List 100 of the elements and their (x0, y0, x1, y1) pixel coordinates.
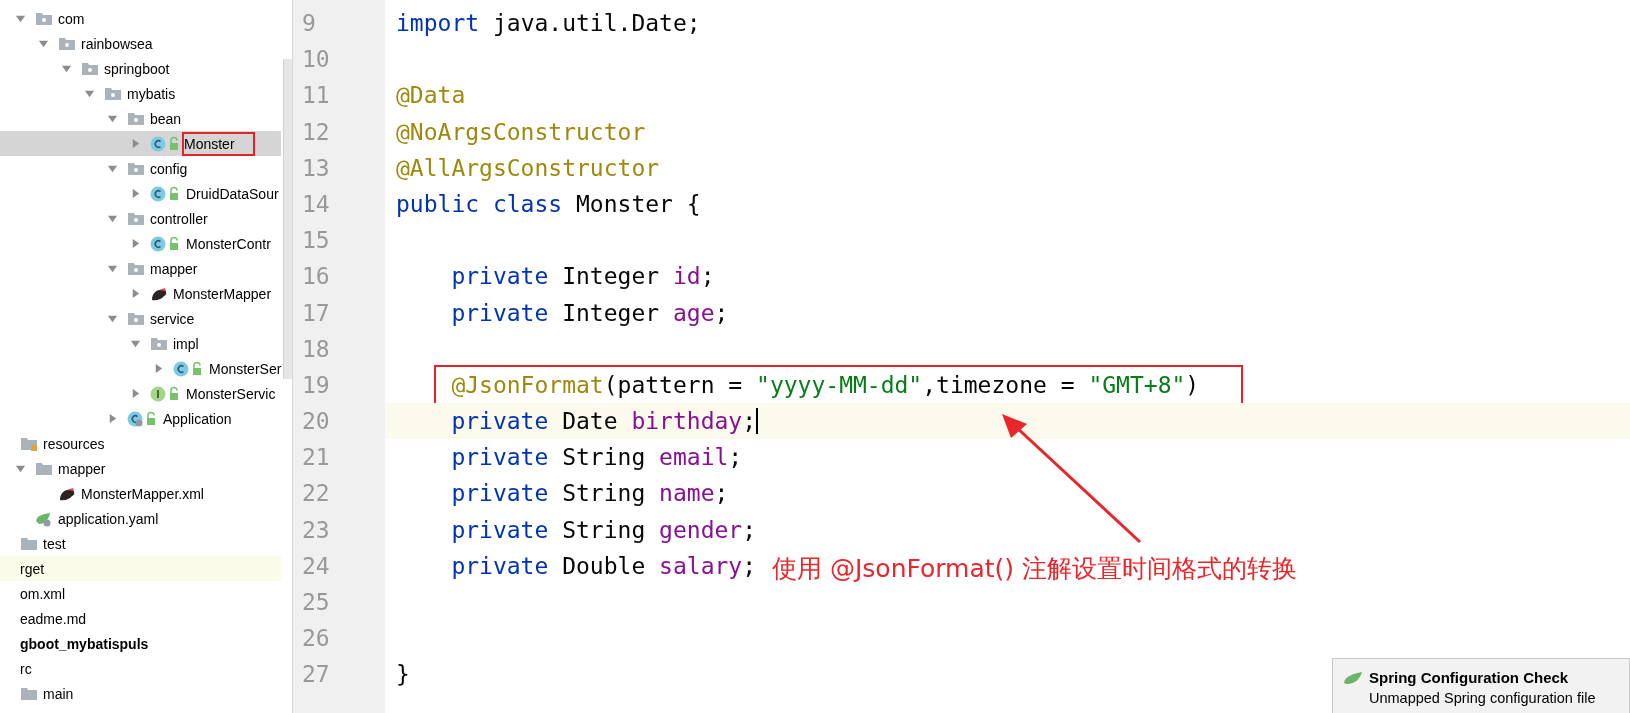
tree-item[interactable]: om.xml (0, 581, 281, 606)
line-number: 21 (301, 443, 331, 473)
class-icon (150, 185, 180, 202)
tree-item[interactable]: mapper (0, 256, 281, 281)
package-folder-icon (127, 160, 145, 177)
package-folder-icon (58, 35, 76, 52)
collapsed-arrow-icon[interactable] (130, 188, 141, 199)
tree-item[interactable]: MonsterMapper (0, 281, 281, 306)
tree-item[interactable]: MonsterServic (0, 381, 281, 406)
expanded-arrow-icon[interactable] (15, 463, 26, 474)
line-number: 27 (301, 660, 331, 690)
line-number: 25 (301, 588, 331, 617)
code-line: @JsonFormat(pattern = "yyyy-MM-dd",timezone = "GMT+8") (450, 370, 1200, 400)
expanded-arrow-icon[interactable] (130, 338, 141, 349)
tree-item[interactable]: DruidDataSour (0, 181, 281, 206)
collapsed-arrow-icon[interactable] (153, 363, 164, 374)
expanded-arrow-icon[interactable] (107, 263, 118, 274)
line-number: 26 (301, 624, 331, 654)
tree-item[interactable]: impl (0, 331, 281, 356)
tree-item[interactable]: rainbowsea (0, 31, 281, 56)
line-number: 24 (301, 551, 331, 581)
code-line: private String gender; (450, 515, 757, 545)
tree-item[interactable]: mapper (0, 456, 281, 481)
code-line: private Date birthday; (396, 403, 759, 440)
expanded-arrow-icon[interactable] (84, 88, 95, 99)
code-line: private Integer id; (450, 262, 715, 292)
folder-icon (20, 535, 38, 552)
folder-icon (35, 460, 53, 477)
tree-item[interactable]: gboot_mybatispuls (0, 631, 281, 656)
package-folder-icon (150, 335, 168, 352)
tree-item[interactable]: Monster (0, 131, 281, 156)
collapsed-arrow-icon[interactable] (130, 238, 141, 249)
notification-popup[interactable]: Spring Configuration Check Unmapped Spring configuration file (1332, 658, 1630, 713)
tree-item[interactable]: application.yaml (0, 506, 281, 531)
package-folder-icon (104, 85, 122, 102)
expanded-arrow-icon[interactable] (107, 213, 118, 224)
code-line: public class Monster { (396, 189, 701, 219)
tree-item[interactable]: bean (0, 106, 281, 131)
notification-title: Spring Configuration Check (1369, 669, 1570, 686)
line-number: 18 (301, 334, 331, 364)
code-line: } (396, 660, 410, 690)
tree-item[interactable]: mybatis (0, 81, 281, 106)
code-line: @AllArgsConstructor (396, 153, 660, 183)
tree-item[interactable]: controller (0, 206, 281, 231)
folder-icon (20, 685, 38, 702)
expanded-arrow-icon[interactable] (107, 113, 118, 124)
code-line: import java.util.Date; (396, 9, 701, 38)
collapsed-arrow-icon[interactable] (130, 288, 141, 299)
line-number: 23 (301, 515, 331, 545)
expanded-arrow-icon[interactable] (15, 13, 26, 24)
tree-item[interactable]: MonsterSer (0, 356, 281, 381)
expanded-arrow-icon[interactable] (107, 313, 118, 324)
line-number: 15 (301, 226, 331, 256)
line-number: 12 (301, 117, 331, 147)
tree-item[interactable]: rget (0, 556, 281, 581)
code-line: private Integer age; (450, 298, 729, 328)
annotation-text: 使用 @JsonFormat() 注解设置时间格式的转换 (772, 553, 1298, 585)
scrollbar[interactable] (283, 59, 292, 379)
line-number: 22 (301, 479, 331, 509)
package-folder-icon (81, 60, 99, 77)
tree-item[interactable]: MonsterMapper.xml (0, 481, 281, 506)
leaf-icon (1343, 671, 1363, 685)
interface-icon (150, 385, 180, 402)
line-number: 9 (301, 9, 317, 38)
tree-item[interactable]: resources (0, 431, 281, 456)
tree-item[interactable]: Application (0, 406, 281, 431)
tree-item[interactable]: com (0, 6, 281, 31)
tree-item[interactable]: eadme.md (0, 606, 281, 631)
code-line: private String email; (450, 443, 743, 473)
leaf-icon (35, 510, 53, 527)
tree-item[interactable]: rc (0, 656, 281, 681)
tree-item[interactable]: service (0, 306, 281, 331)
tree-item[interactable]: springboot (0, 56, 281, 81)
application-class-icon (127, 410, 157, 427)
code-line: @NoArgsConstructor (396, 117, 646, 147)
package-folder-icon (127, 260, 145, 277)
resources-folder-icon (20, 435, 38, 452)
line-number: 17 (301, 298, 331, 328)
notification-message: Unmapped Spring configuration file (1369, 690, 1596, 706)
class-icon (150, 235, 180, 252)
collapsed-arrow-icon[interactable] (107, 413, 118, 424)
expanded-arrow-icon[interactable] (61, 63, 72, 74)
expanded-arrow-icon[interactable] (38, 38, 49, 49)
class-icon (150, 135, 180, 152)
tree-item[interactable]: main (0, 681, 281, 706)
package-folder-icon (127, 210, 145, 227)
code-line: private String name; (450, 479, 729, 509)
line-number: 19 (301, 370, 331, 400)
line-number: 16 (301, 262, 331, 292)
class-icon (173, 360, 203, 377)
tree-item[interactable]: config (0, 156, 281, 181)
collapsed-arrow-icon[interactable] (130, 388, 141, 399)
tree-item[interactable]: test (0, 531, 281, 556)
collapsed-arrow-icon[interactable] (130, 138, 141, 149)
expanded-arrow-icon[interactable] (107, 163, 118, 174)
package-folder-icon (35, 10, 53, 27)
bird-icon (58, 485, 76, 502)
line-number: 11 (301, 81, 331, 111)
tree-item[interactable]: MonsterContr (0, 231, 281, 256)
line-number: 13 (301, 153, 331, 183)
